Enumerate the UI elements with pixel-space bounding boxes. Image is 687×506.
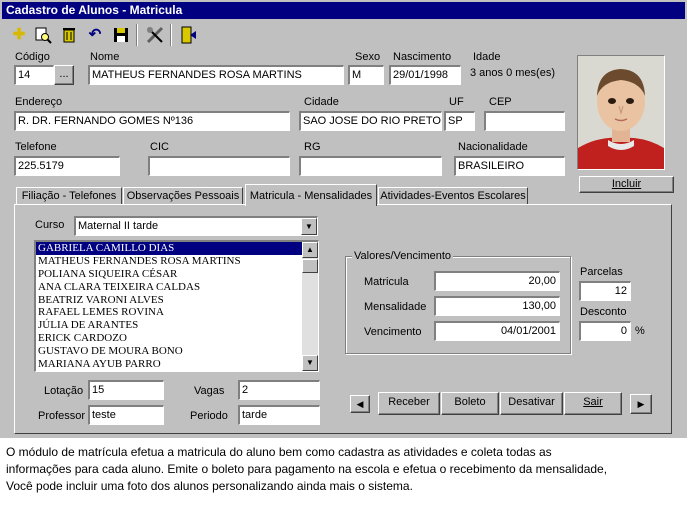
desconto-label: Desconto (580, 306, 627, 318)
list-item[interactable]: BEATRIZ VARONI ALVES (36, 294, 318, 307)
window-title: Cadastro de Alunos - Matricula (2, 2, 685, 19)
vagas-field[interactable]: 2 (238, 380, 320, 400)
lotacao-label: Lotação (44, 385, 84, 397)
list-item[interactable]: MARIANA AYUB PARRO (36, 358, 318, 371)
new-icon[interactable]: ✚ (8, 24, 30, 46)
sexo-field[interactable]: M (348, 65, 384, 85)
parcelas-field[interactable]: 12 (579, 281, 631, 301)
next-record-button[interactable]: ▶ (630, 394, 652, 414)
curso-selected-value: Maternal II tarde (78, 220, 159, 232)
description-caption: O módulo de matrícula efetua a matricula… (6, 444, 686, 495)
vencimento-field[interactable]: 04/01/2001 (434, 321, 560, 341)
incluir-photo-button[interactable]: Incluir (579, 176, 674, 193)
cic-field[interactable] (148, 156, 290, 176)
percent-sign: % (635, 325, 645, 337)
nascimento-field[interactable]: 29/01/1998 (389, 65, 461, 85)
tab-filiacao-telefones[interactable]: Filiação - Telefones (16, 187, 122, 205)
idade-label: Idade (473, 51, 501, 63)
professor-field[interactable]: teste (88, 405, 164, 425)
endereco-field[interactable]: R. DR. FERNANDO GOMES Nº136 (14, 111, 290, 131)
mensalidade-label: Mensalidade (364, 301, 427, 313)
tab-observacoes-pessoais[interactable]: Observações Pessoais (123, 187, 243, 205)
scroll-thumb[interactable] (302, 259, 318, 273)
rg-label: RG (304, 141, 321, 153)
search-icon[interactable] (32, 24, 54, 46)
student-list[interactable]: GABRIELA CAMILLO DIAS MATHEUS FERNANDES R… (34, 240, 319, 372)
endereco-label: Endereço (15, 96, 63, 108)
nascimento-label: Nascimento (393, 51, 452, 63)
list-item[interactable]: RAFAEL LEMES ROVINA (36, 306, 318, 319)
cep-field[interactable] (484, 111, 565, 131)
cidade-label: Cidade (304, 96, 339, 108)
desconto-field[interactable]: 0 (579, 321, 631, 341)
caption-line: O módulo de matrícula efetua a matricula… (6, 445, 552, 459)
tab-matricula-mensalidades[interactable]: Matricula - Mensalidades (245, 184, 377, 206)
periodo-label: Periodo (190, 410, 228, 422)
caption-line: Você pode incluir uma foto dos alunos pe… (6, 479, 413, 493)
chevron-down-icon[interactable]: ▼ (301, 218, 317, 235)
list-item[interactable]: MATHEUS FERNANDES ROSA MARTINS (36, 255, 318, 268)
list-item[interactable]: JÚLIA DE ARANTES (36, 319, 318, 332)
exit-icon[interactable] (178, 24, 200, 46)
professor-label: Professor (38, 410, 86, 422)
previous-record-button[interactable]: ◀ (350, 395, 370, 413)
periodo-field[interactable]: tarde (238, 405, 320, 425)
desativar-button[interactable]: Desativar (500, 392, 563, 415)
rg-field[interactable] (299, 156, 442, 176)
previous-arrow-icon: ◀ (356, 399, 364, 409)
cic-label: CIC (150, 141, 169, 153)
curso-select[interactable]: Maternal II tarde ▼ (74, 216, 318, 236)
nacionalidade-label: Nacionalidade (458, 141, 528, 153)
telefone-field[interactable]: 225.5179 (14, 156, 120, 176)
valor-matricula-label: Matricula (364, 276, 409, 288)
main-window: Cadastro de Alunos - Matricula ✚ ↶ Códig… (0, 0, 687, 438)
valor-matricula-field[interactable]: 20,00 (434, 271, 560, 291)
valores-group-title: Valores/Vencimento (352, 250, 454, 262)
mensalidade-field[interactable]: 130,00 (434, 296, 560, 316)
list-item[interactable]: GUSTAVO DE MOURA BONO (36, 345, 318, 358)
tab-atividades-eventos[interactable]: Atividades-Eventos Escolares (378, 187, 528, 205)
tools-icon[interactable] (144, 24, 166, 46)
codigo-field[interactable]: 14 (14, 65, 54, 85)
delete-icon[interactable] (58, 24, 80, 46)
sair-button[interactable]: Sair (564, 392, 622, 415)
list-item[interactable]: ERICK CARDOZO (36, 332, 318, 345)
parcelas-label: Parcelas (580, 266, 623, 278)
cep-label: CEP (489, 96, 512, 108)
student-photo (577, 55, 665, 170)
toolbar: ✚ ↶ (4, 22, 234, 48)
save-icon[interactable] (110, 24, 132, 46)
sexo-label: Sexo (355, 51, 381, 63)
receber-button[interactable]: Receber (378, 392, 440, 415)
uf-label: UF (449, 96, 464, 108)
list-item[interactable]: POLIANA SIQUEIRA CÉSAR (36, 268, 318, 281)
toolbar-separator (136, 24, 138, 46)
nacionalidade-field[interactable]: BRASILEIRO (454, 156, 565, 176)
curso-label: Curso (35, 219, 65, 231)
lotacao-field[interactable]: 15 (88, 380, 164, 400)
nome-field[interactable]: MATHEUS FERNANDES ROSA MARTINS (88, 65, 344, 85)
uf-field[interactable]: SP (444, 111, 475, 131)
next-arrow-icon: ▶ (637, 399, 645, 409)
scroll-up-icon[interactable]: ▲ (302, 242, 318, 258)
telefone-label: Telefone (15, 141, 57, 153)
list-item[interactable]: ANA CLARA TEIXEIRA CALDAS (36, 281, 318, 294)
toolbar-separator (170, 24, 172, 46)
cidade-field[interactable]: SAO JOSE DO RIO PRETO (299, 111, 442, 131)
boleto-button[interactable]: Boleto (441, 392, 499, 415)
vagas-label: Vagas (194, 385, 225, 397)
idade-value: 3 anos 0 mes(es) (470, 67, 555, 79)
undo-icon[interactable]: ↶ (84, 24, 106, 46)
caption-line: informações para cada aluno. Emite o bol… (6, 462, 608, 476)
nome-label: Nome (90, 51, 120, 63)
student-list-items: GABRIELA CAMILLO DIAS MATHEUS FERNANDES R… (36, 242, 318, 371)
list-item[interactable]: GABRIELA CAMILLO DIAS (36, 242, 318, 255)
vencimento-label: Vencimento (364, 326, 422, 338)
codigo-lookup-button[interactable]: ... (54, 65, 74, 85)
scrollbar[interactable]: ▲ ▼ (302, 242, 318, 371)
scroll-down-icon[interactable]: ▼ (302, 355, 318, 371)
codigo-label: Código (15, 51, 50, 63)
